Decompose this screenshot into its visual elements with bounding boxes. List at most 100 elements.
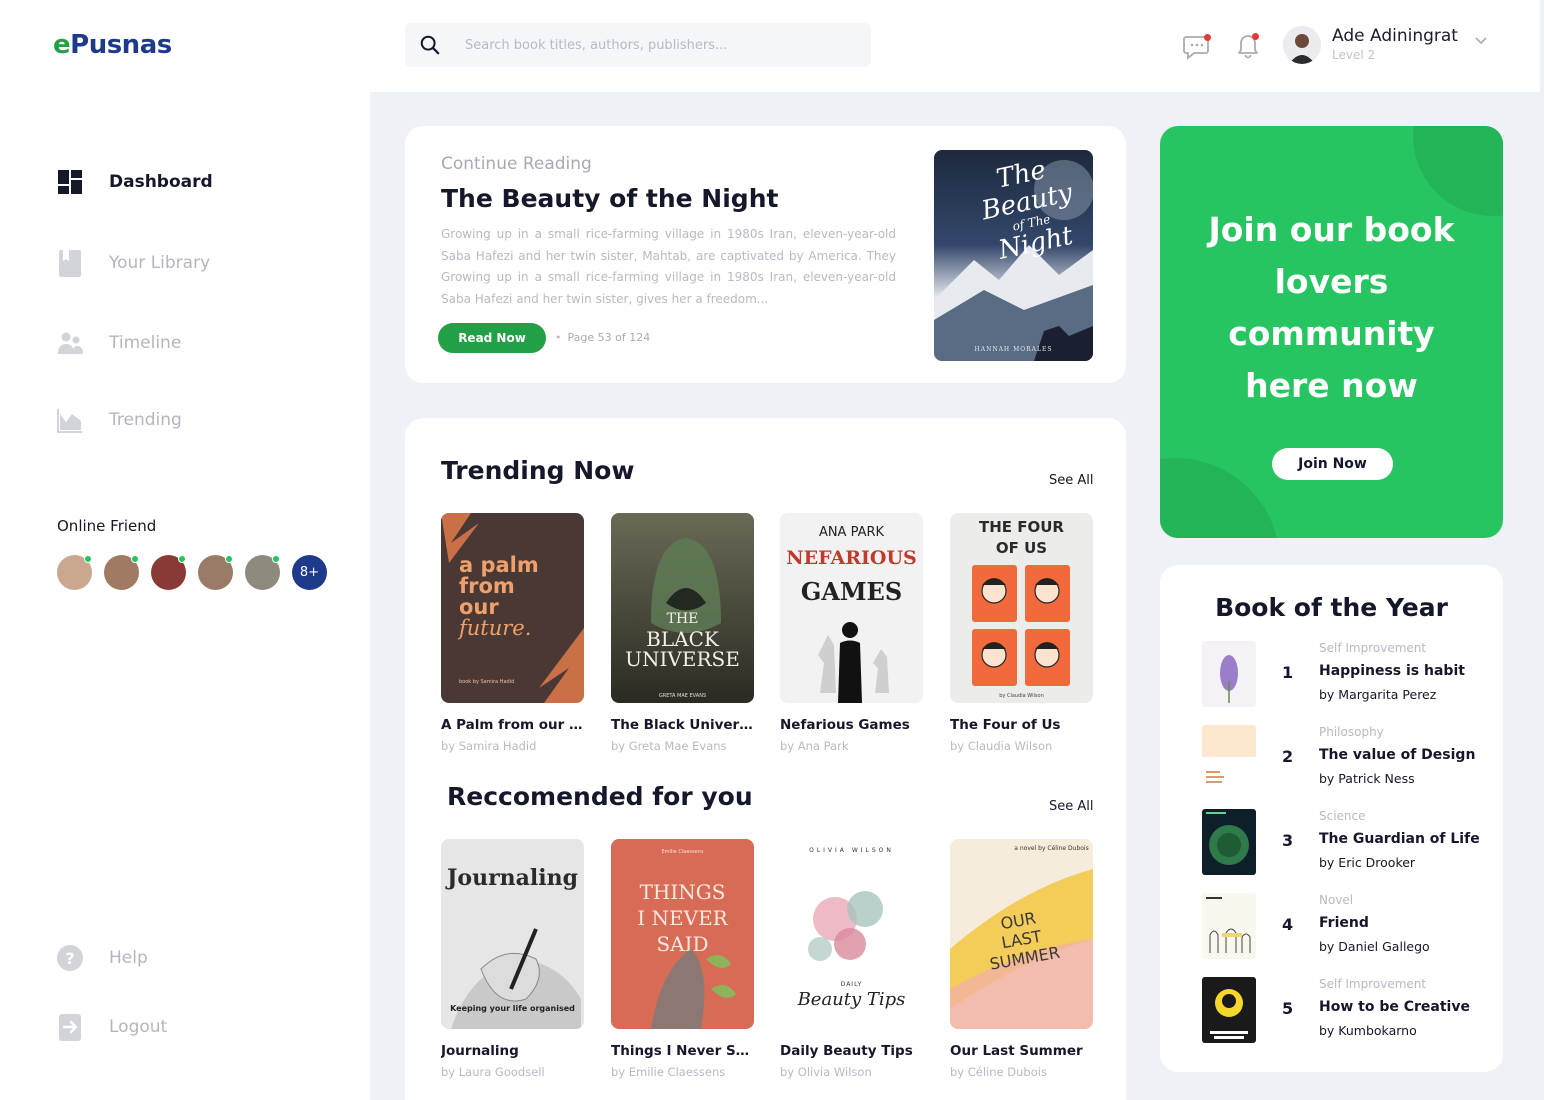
search-icon[interactable]: [419, 34, 441, 56]
book-author: by Patrick Ness: [1319, 771, 1415, 786]
book-author: by Samira Hadid: [441, 739, 537, 753]
dashboard-icon: [58, 170, 82, 194]
cover-text: THE: [666, 611, 699, 627]
chat-icon[interactable]: [1182, 30, 1212, 60]
book-cover[interactable]: THE BLACK UNIVERSE GRETA MAE EVANS: [611, 513, 754, 703]
sidebar-item-trending[interactable]: Trending: [56, 404, 316, 436]
trending-title: Trending Now: [441, 456, 635, 485]
cover-text: book by Samira Hadid: [459, 679, 515, 685]
online-friends: 8+: [57, 555, 327, 590]
book-title[interactable]: Happiness is habit: [1319, 663, 1465, 679]
sidebar-item-dashboard[interactable]: Dashboard: [56, 166, 316, 198]
sidebar-item-timeline[interactable]: Timeline: [56, 327, 316, 359]
book-card[interactable]: a palm from our future. book by Samira H…: [441, 513, 585, 753]
book-title[interactable]: A Palm from our Fu..: [441, 717, 585, 733]
ranked-book-item[interactable]: 2 Philosophy The value of Design by Patr…: [1202, 725, 1492, 791]
book-title[interactable]: The Black Universe: [611, 717, 755, 733]
cover-text: GRETA MAE EVANS: [658, 693, 707, 699]
book-card[interactable]: THE FOUR OF US by Claudia Wilson The Fou…: [950, 513, 1094, 753]
book-thumbnail[interactable]: [1202, 725, 1256, 791]
book-thumbnail[interactable]: [1202, 893, 1256, 959]
users-icon: [58, 332, 83, 354]
cover-text: a palm: [459, 553, 539, 577]
friend-avatar[interactable]: [198, 555, 233, 590]
book-cover[interactable]: Emilie Claessens THINGS I NEVER SAID: [611, 839, 754, 1029]
cover-text: UNIVERSE: [625, 647, 740, 671]
avatar: [1283, 26, 1321, 64]
join-now-button[interactable]: Join Now: [1272, 448, 1393, 480]
book-card[interactable]: Emilie Claessens THINGS I NEVER SAID Thi…: [611, 839, 755, 1079]
book-cover[interactable]: OLIVIA WILSON DAILY Beauty Tips: [780, 839, 923, 1029]
book-cover[interactable]: The Beauty of The Night HANNAH MORALES: [934, 150, 1093, 361]
rank-number: 3: [1282, 831, 1294, 850]
continue-reading-title[interactable]: The Beauty of the Night: [441, 184, 778, 213]
book-card[interactable]: ANA PARK NEFARIOUS GAMES Nefarious Games…: [780, 513, 924, 753]
book-cover[interactable]: a novel by Céline Dubois OUR LAST SUMMER: [950, 839, 1093, 1029]
book-author: by Laura Goodsell: [441, 1065, 545, 1079]
sidebar-item-label: Trending: [109, 410, 182, 430]
books-card: Trending Now See All a palm from our fut…: [405, 418, 1126, 1100]
book-cover[interactable]: ANA PARK NEFARIOUS GAMES: [780, 513, 923, 703]
ranked-book-item[interactable]: 4 Novel Friend by Daniel Gallego: [1202, 893, 1492, 959]
ranked-book-item[interactable]: 3 Science The Guardian of Life by Eric D…: [1202, 809, 1492, 875]
book-title[interactable]: Daily Beauty Tips: [780, 1043, 924, 1059]
recommended-title: Reccomended for you: [447, 782, 753, 811]
book-cover[interactable]: Journaling Keeping your life organised: [441, 839, 584, 1029]
book-title[interactable]: The Four of Us: [950, 717, 1094, 733]
book-cover[interactable]: THE FOUR OF US by Claudia Wilson: [950, 513, 1093, 703]
app-logo[interactable]: ePusnas: [53, 30, 172, 60]
book-title[interactable]: How to be Creative: [1319, 999, 1470, 1015]
decorative-circle: [1413, 126, 1503, 216]
sidebar-item-library[interactable]: Your Library: [56, 247, 316, 279]
search-box: [405, 23, 871, 67]
book-title[interactable]: The value of Design: [1319, 747, 1475, 763]
friend-avatar[interactable]: [151, 555, 186, 590]
more-friends-badge[interactable]: 8+: [292, 555, 327, 590]
ranked-book-item[interactable]: 5 Self Improvement How to be Creative by…: [1202, 977, 1492, 1043]
sidebar-item-logout[interactable]: Logout: [56, 1011, 316, 1043]
book-title[interactable]: Our Last Summer: [950, 1043, 1094, 1059]
book-card[interactable]: OLIVIA WILSON DAILY Beauty Tips Daily Be…: [780, 839, 924, 1079]
trending-see-all-link[interactable]: See All: [1049, 473, 1094, 488]
book-cover[interactable]: a palm from our future. book by Samira H…: [441, 513, 584, 703]
promo-text: Join our book lovers community here now: [1208, 210, 1455, 405]
community-promo: Join our book lovers community here now …: [1160, 126, 1503, 538]
sidebar: Dashboard Your Library Timeline Trending…: [0, 92, 370, 1100]
cover-text: our: [459, 595, 499, 619]
continue-reading-description: Growing up in a small rice-farming villa…: [441, 227, 896, 306]
book-card[interactable]: a novel by Céline Dubois OUR LAST SUMMER…: [950, 839, 1094, 1079]
help-icon: ?: [57, 945, 83, 971]
book-card[interactable]: Journaling Keeping your life organised J…: [441, 839, 585, 1079]
book-author: by Ana Park: [780, 739, 849, 753]
book-title[interactable]: Things I Never Said: [611, 1043, 755, 1059]
user-name: Ade Adiningrat: [1332, 26, 1458, 46]
friend-avatar[interactable]: [57, 555, 92, 590]
book-title[interactable]: Nefarious Games: [780, 717, 924, 733]
user-level: Level 2: [1332, 48, 1376, 62]
recommended-see-all-link[interactable]: See All: [1049, 799, 1094, 814]
friend-avatar[interactable]: [245, 555, 280, 590]
rank-number: 2: [1282, 747, 1294, 766]
book-thumbnail[interactable]: [1202, 809, 1256, 875]
ranked-book-item[interactable]: 1 Self Improvement Happiness is habit by…: [1202, 641, 1492, 707]
user-menu[interactable]: Ade Adiningrat Level 2: [1283, 24, 1503, 70]
friend-avatar[interactable]: [104, 555, 139, 590]
book-thumbnail[interactable]: [1202, 977, 1256, 1043]
book-author: by Daniel Gallego: [1319, 939, 1430, 954]
book-title[interactable]: The Guardian of Life: [1319, 831, 1480, 847]
chevron-down-icon[interactable]: [1473, 32, 1489, 48]
read-now-button[interactable]: Read Now: [438, 323, 546, 353]
book-title[interactable]: Journaling: [441, 1043, 585, 1059]
bell-icon[interactable]: [1233, 30, 1263, 60]
rank-number: 5: [1282, 999, 1294, 1018]
book-title[interactable]: Friend: [1319, 915, 1369, 931]
logout-icon: [59, 1014, 81, 1041]
cover-text: future.: [459, 616, 532, 640]
book-card[interactable]: THE BLACK UNIVERSE GRETA MAE EVANS The B…: [611, 513, 755, 753]
sidebar-item-help[interactable]: ? Help: [56, 942, 316, 974]
book-author: by Margarita Perez: [1319, 687, 1437, 702]
sidebar-item-label: Help: [109, 948, 148, 968]
book-author: by Claudia Wilson: [950, 739, 1053, 753]
book-thumbnail[interactable]: [1202, 641, 1256, 707]
search-input[interactable]: [465, 23, 855, 67]
